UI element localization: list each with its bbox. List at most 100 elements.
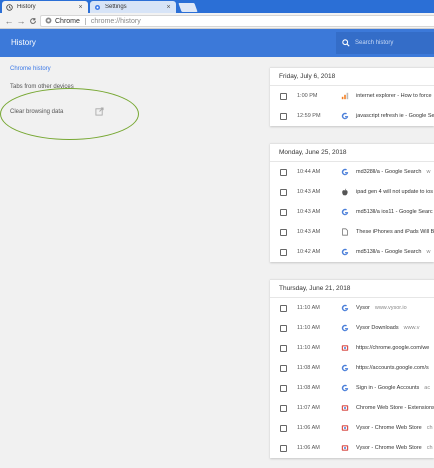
entry-checkbox[interactable]	[280, 384, 287, 392]
entry-checkbox[interactable]	[280, 404, 287, 412]
history-entry[interactable]: 10:44 AM md328ll/a - Google Search w	[270, 162, 434, 182]
entry-time: 11:10 AM	[297, 325, 320, 331]
entry-title-link[interactable]: Chrome Web Store - Extensions	[356, 405, 434, 411]
google-g-icon	[341, 208, 349, 216]
entry-checkbox[interactable]	[280, 188, 287, 196]
entry-time: 10:42 AM	[297, 249, 321, 255]
history-entry[interactable]: 10:43 AM md513ll/a ios11 - Google Searc	[270, 202, 434, 222]
entry-title-link[interactable]: Vysor	[356, 305, 370, 311]
puzzle-icon	[341, 344, 349, 352]
bars-favicon	[341, 92, 349, 100]
entry-domain: www.vysor.io	[374, 305, 407, 311]
entry-title-link[interactable]: ipad gen 4 will not update to ios	[356, 189, 433, 195]
tab-history[interactable]: History ×	[2, 1, 88, 13]
entry-title-link[interactable]: https://accounts.google.com/s	[356, 365, 429, 371]
entry-title-link[interactable]: Vysor - Chrome Web Store	[356, 425, 422, 431]
entry-checkbox[interactable]	[280, 304, 287, 312]
entry-domain: ac	[424, 385, 431, 391]
entry-title-link[interactable]: These iPhones and iPads Will B	[356, 229, 434, 235]
back-arrow-icon[interactable]: ←	[3, 15, 15, 27]
entry-time: 10:44 AM	[297, 169, 321, 175]
entry-domain: www.v	[403, 325, 420, 331]
history-header: History Search history	[0, 29, 434, 57]
history-day-card: Friday, July 6, 2018 1:00 PM internet exp…	[270, 67, 434, 126]
history-entry[interactable]: 10:42 AM md513ll/a - Google Search w	[270, 242, 434, 262]
entry-checkbox[interactable]	[280, 424, 287, 432]
entry-checkbox[interactable]	[280, 92, 287, 100]
entry-domain: ch	[426, 425, 433, 431]
entry-time: 11:10 AM	[297, 345, 320, 351]
search-history-input[interactable]: Search history	[336, 32, 434, 54]
entry-checkbox[interactable]	[280, 444, 287, 452]
entry-checkbox[interactable]	[280, 324, 287, 332]
tab-label: History	[17, 4, 36, 10]
tab-settings[interactable]: Settings ×	[90, 1, 176, 13]
google-g-icon	[341, 112, 349, 120]
entry-title-link[interactable]: md328ll/a - Google Search	[356, 169, 421, 175]
close-icon[interactable]: ×	[77, 4, 84, 11]
sidebar-item-chrome-history[interactable]: Chrome history	[10, 66, 51, 72]
forward-arrow-icon[interactable]: →	[15, 15, 27, 27]
address-bar[interactable]: Chrome chrome://history	[40, 15, 434, 27]
tab-label: Settings	[105, 4, 127, 10]
history-entry[interactable]: 11:07 AM Chrome Web Store - Extensions	[270, 398, 434, 418]
entry-title-link[interactable]: internet explorer - How to force	[356, 93, 432, 99]
entry-domain: w	[426, 169, 431, 175]
browser-toolbar: ← → Chrome chrome://history	[0, 13, 434, 29]
entry-checkbox[interactable]	[280, 248, 287, 256]
entry-title-link[interactable]: md513ll/a - Google Search	[356, 249, 421, 255]
entry-checkbox[interactable]	[280, 228, 287, 236]
entry-time: 11:10 AM	[297, 305, 320, 311]
entry-time: 11:06 AM	[297, 425, 320, 431]
google-g-icon	[341, 384, 349, 392]
chrome-logo-icon	[45, 17, 52, 26]
entry-time: 11:06 AM	[297, 445, 320, 451]
entry-checkbox[interactable]	[280, 208, 287, 216]
history-entry[interactable]: 1:00 PM internet explorer - How to force	[270, 86, 434, 106]
entry-title-link[interactable]: Vysor - Chrome Web Store	[356, 445, 422, 451]
history-entry[interactable]: 11:08 AM Sign in - Google Accounts ac	[270, 378, 434, 398]
history-entry[interactable]: 10:43 AM These iPhones and iPads Will B	[270, 222, 434, 242]
document-icon	[341, 228, 349, 236]
entry-title-link[interactable]: Vysor Downloads	[356, 325, 399, 331]
gear-icon	[94, 4, 101, 11]
history-day-card: Monday, June 25, 2018 10:44 AM md328ll/a …	[270, 143, 434, 262]
entry-time: 12:59 PM	[297, 113, 321, 119]
entry-time: 11:08 AM	[297, 365, 320, 371]
entry-time: 10:43 AM	[297, 229, 321, 235]
entry-title-link[interactable]: https://chrome.google.com/we	[356, 345, 429, 351]
url-text: chrome://history	[90, 17, 141, 25]
divider	[84, 17, 86, 25]
history-entry[interactable]: 11:10 AM https://chrome.google.com/we	[270, 338, 434, 358]
entry-time: 1:00 PM	[297, 93, 318, 99]
reload-icon[interactable]	[27, 15, 39, 27]
entry-domain: w	[426, 249, 431, 255]
entry-time: 11:07 AM	[297, 405, 320, 411]
entry-time: 11:08 AM	[297, 385, 320, 391]
entry-checkbox[interactable]	[280, 364, 287, 372]
new-tab-button[interactable]	[178, 3, 198, 12]
entry-title-link[interactable]: md513ll/a ios11 - Google Searc	[356, 209, 433, 215]
google-g-icon	[341, 364, 349, 372]
entry-checkbox[interactable]	[280, 344, 287, 352]
close-icon[interactable]: ×	[165, 4, 172, 11]
entry-time: 10:43 AM	[297, 189, 321, 195]
entry-checkbox[interactable]	[280, 168, 287, 176]
puzzle-icon	[341, 444, 349, 452]
puzzle-icon	[341, 424, 349, 432]
history-entry[interactable]: 10:43 AM ipad gen 4 will not update to io…	[270, 182, 434, 202]
entry-title-link[interactable]: javascript refresh ie - Google Se	[356, 113, 434, 119]
history-entry[interactable]: 11:06 AM Vysor - Chrome Web Store ch	[270, 438, 434, 458]
history-list: 1:00 PM internet explorer - How to force 1…	[270, 86, 434, 126]
history-list: 11:10 AM Vysor www.vysor.io 11:10 AM Vysor D…	[270, 298, 434, 458]
entry-checkbox[interactable]	[280, 112, 287, 120]
google-g-icon	[341, 304, 349, 312]
tab-strip: History × Settings ×	[0, 0, 434, 13]
history-entry[interactable]: 11:10 AM Vysor Downloads www.v	[270, 318, 434, 338]
history-entry[interactable]: 12:59 PM javascript refresh ie - Google S…	[270, 106, 434, 126]
history-icon	[6, 3, 13, 11]
history-entry[interactable]: 11:10 AM Vysor www.vysor.io	[270, 298, 434, 318]
entry-title-link[interactable]: Sign in - Google Accounts	[356, 385, 419, 391]
history-entry[interactable]: 11:06 AM Vysor - Chrome Web Store ch	[270, 418, 434, 438]
history-entry[interactable]: 11:08 AM https://accounts.google.com/s	[270, 358, 434, 378]
